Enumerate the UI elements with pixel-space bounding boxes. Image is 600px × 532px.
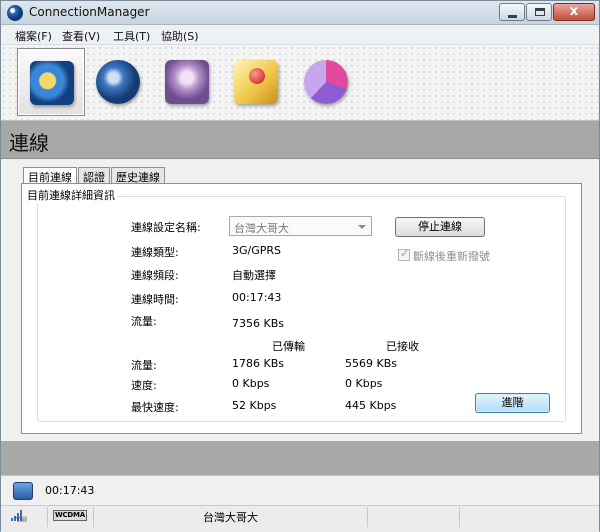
menu-tools[interactable]: 工具(T) [113,28,150,44]
toolbar [1,45,599,121]
traffic-total-value: 7356 KBs [232,317,284,330]
status-time: 00:17:43 [45,484,95,497]
signal-label: Y.ill [16,516,27,524]
history-icon [234,60,278,104]
section-header: 連線 [1,121,599,159]
window-title: ConnectionManager [29,5,150,19]
lower-area [1,441,599,475]
row-traffic-received: 5569 KBs [345,357,397,370]
menu-file[interactable]: 檔案(F) [15,28,52,44]
connection-status-icon [13,482,33,500]
carrier-name: 台灣大哥大 [203,511,258,524]
row-max-speed-sent: 52 Kbps [232,399,277,412]
connection-manager-window: ConnectionManager x 檔案(F) 查看(V) 工具(T) 協助… [0,0,600,532]
status-separator [47,507,48,527]
time-value: 00:17:43 [232,291,282,304]
profile-select[interactable]: 台灣大哥大 [229,216,372,236]
row-speed-received: 0 Kbps [345,377,383,390]
type-value: 3G/GPRS [232,244,282,257]
section-title: 連線 [9,131,49,155]
details-group-title: 目前連線詳細資訊 [25,187,117,203]
traffic-label: 流量: [131,315,157,328]
maximize-icon [535,8,545,16]
reconnect-checkbox[interactable] [398,247,410,261]
row-traffic-label: 流量: [131,359,157,372]
network-type-badge: WCDMA [53,510,87,521]
chevron-down-icon [358,225,366,229]
reconnect-label: 斷線後重新撥號 [413,250,490,263]
row-traffic-sent: 1786 KBs [232,357,284,370]
minimize-button[interactable] [499,3,525,21]
close-icon: x [569,4,579,19]
band-value: 自動選擇 [232,269,276,282]
close-button[interactable]: x [553,3,595,21]
minimize-icon [508,15,517,18]
toolbar-connection-button[interactable] [17,48,85,116]
time-label: 連線時間: [131,293,179,306]
menu-help[interactable]: 協助(S) [161,28,199,44]
window-controls: x [498,3,595,21]
band-label: 連線頻段: [131,269,179,282]
maximize-button[interactable] [526,3,552,21]
status-bar-network [1,505,599,532]
row-max-speed-label: 最快速度: [131,401,179,414]
row-speed-label: 速度: [131,379,157,392]
received-header: 已接收 [386,340,419,353]
connection-icon [30,61,74,105]
profile-label: 連線設定名稱: [131,221,201,234]
status-separator [459,507,460,527]
title-bar: ConnectionManager x [1,1,599,25]
menu-bar: 檔案(F) 查看(V) 工具(T) 協助(S) [1,25,599,45]
menu-view[interactable]: 查看(V) [62,28,100,44]
tab-history[interactable]: 歷史連線 [111,167,165,184]
status-separator [93,507,94,527]
advanced-button[interactable]: 進階 [475,393,550,413]
row-speed-sent: 0 Kbps [232,377,270,390]
row-max-speed-received: 445 Kbps [345,399,397,412]
app-logo-icon [7,5,23,21]
toolbar-users-button[interactable] [153,48,221,116]
toolbar-authentication-button[interactable] [84,48,152,116]
type-label: 連線類型: [131,246,179,259]
users-icon [165,60,209,104]
authentication-icon [96,60,140,104]
toolbar-history-button[interactable] [222,48,290,116]
profile-select-value: 台灣大哥大 [234,222,289,235]
statistics-icon [304,60,348,104]
stop-connection-button[interactable]: 停止連線 [395,217,485,237]
status-separator [367,507,368,527]
toolbar-statistics-button[interactable] [292,48,360,116]
sent-header: 已傳輸 [272,340,305,353]
tab-authentication[interactable]: 認證 [78,167,110,184]
